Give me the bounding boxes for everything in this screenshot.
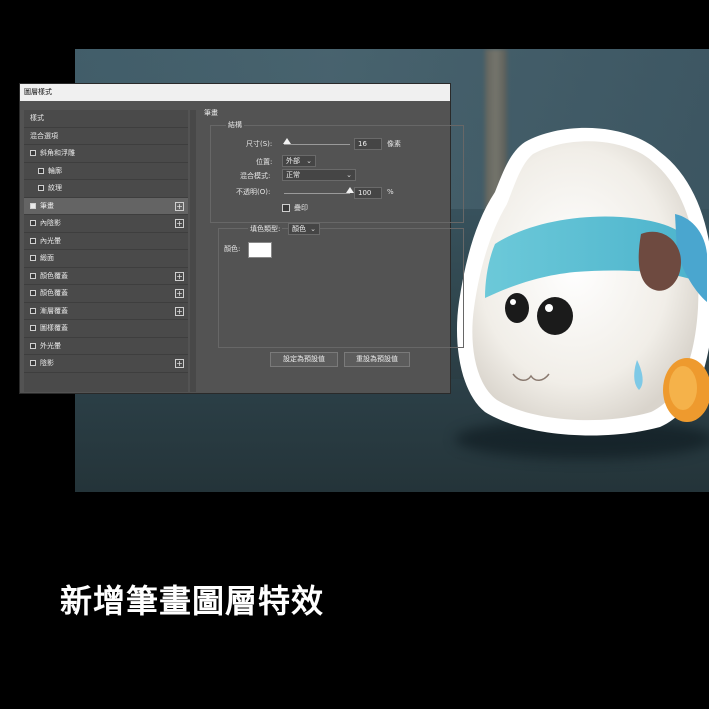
style-item[interactable]: 內光暈 bbox=[24, 233, 188, 250]
stroke-settings-panel: 筆畫 結構 尺寸(S): 16 像素 位置: 外部 ⌄ 混合模式: 正常 ⌄ 不… bbox=[202, 106, 464, 391]
blend-mode-label: 混合模式: bbox=[240, 172, 271, 180]
blend-mode-value: 正常 bbox=[286, 171, 300, 179]
style-item[interactable]: 陰影 + bbox=[24, 355, 188, 373]
style-item-label: 內陰影 bbox=[40, 219, 61, 227]
style-item-label: 外光暈 bbox=[40, 341, 61, 350]
dialog-titlebar: 圖層樣式 bbox=[20, 84, 450, 101]
styles-list: 樣式 混合選項 斜角和浮雕 輪廓 紋理 筆畫 + 內陰影 + 內光暈 緞面 顏色覆蓋 + 顏色覆蓋 + 漸層覆… bbox=[24, 110, 188, 392]
color-swatch[interactable] bbox=[248, 242, 272, 258]
add-icon[interactable]: + bbox=[175, 201, 184, 211]
checkbox[interactable] bbox=[30, 237, 36, 244]
style-item[interactable]: 外光暈 bbox=[24, 338, 188, 355]
set-default-button[interactable]: 設定為預設值 bbox=[270, 352, 338, 367]
fill-type-value: 顏色 bbox=[292, 225, 306, 233]
checkbox[interactable] bbox=[38, 167, 44, 174]
style-item-label: 顏色覆蓋 bbox=[40, 271, 68, 280]
checkbox-checked[interactable] bbox=[30, 202, 36, 209]
checkbox[interactable] bbox=[30, 150, 36, 156]
add-icon[interactable]: + bbox=[175, 289, 184, 298]
checkbox[interactable] bbox=[30, 325, 36, 331]
checkbox[interactable] bbox=[30, 272, 36, 279]
overprint-checkbox[interactable] bbox=[282, 204, 290, 212]
fill-type-dropdown[interactable]: 顏色 ⌄ bbox=[288, 223, 320, 235]
styles-scrollbar[interactable] bbox=[190, 110, 196, 392]
size-slider-thumb[interactable] bbox=[283, 138, 292, 144]
size-slider-track[interactable] bbox=[284, 144, 350, 145]
style-item[interactable]: 圖樣覆蓋 bbox=[24, 320, 188, 338]
style-item-label: 緞面 bbox=[40, 254, 54, 262]
position-value: 外部 bbox=[286, 157, 300, 165]
layer-style-dialog: 圖層樣式 樣式 混合選項 斜角和浮雕 輪廓 紋理 筆畫 + 內陰影 + 內光暈 緞面 顏色覆蓋 + 顏色覆… bbox=[19, 83, 464, 394]
style-item[interactable]: 內陰影 + bbox=[24, 215, 188, 233]
opacity-slider-thumb[interactable] bbox=[346, 187, 354, 193]
size-unit: 像素 bbox=[387, 140, 401, 148]
caption-title: 新增筆畫圖層特效 bbox=[60, 582, 325, 620]
style-item-label: 輪廓 bbox=[48, 166, 62, 175]
position-dropdown[interactable]: 外部 ⌄ bbox=[282, 155, 316, 167]
style-item-label: 紋理 bbox=[48, 184, 62, 192]
opacity-slider-track[interactable] bbox=[284, 193, 350, 194]
position-label: 位置: bbox=[256, 158, 273, 166]
style-item[interactable]: 樣式 bbox=[24, 110, 188, 128]
checkbox[interactable] bbox=[30, 342, 36, 349]
style-item-label: 內光暈 bbox=[40, 236, 61, 245]
style-item[interactable]: 顏色覆蓋 + bbox=[24, 285, 188, 303]
color-label: 顏色: bbox=[224, 245, 241, 253]
checkbox[interactable] bbox=[30, 220, 36, 226]
style-item-label: 陰影 bbox=[40, 359, 54, 367]
size-label: 尺寸(S): bbox=[246, 140, 273, 148]
fill-type-label: 填色類型: bbox=[248, 224, 283, 234]
add-icon[interactable]: + bbox=[175, 219, 184, 228]
style-item[interactable]: 顏色覆蓋 + bbox=[24, 268, 188, 285]
opacity-input[interactable]: 100 bbox=[354, 187, 382, 199]
style-item-label: 斜角和浮雕 bbox=[40, 149, 75, 157]
style-item-label: 顏色覆蓋 bbox=[40, 289, 68, 297]
add-icon[interactable]: + bbox=[175, 271, 184, 281]
style-item[interactable]: 混合選項 bbox=[24, 128, 188, 145]
style-item[interactable]: 斜角和浮雕 bbox=[24, 145, 188, 163]
structure-title: 結構 bbox=[226, 120, 244, 130]
chevron-down-icon: ⌄ bbox=[306, 157, 312, 165]
style-item-label: 圖樣覆蓋 bbox=[40, 324, 68, 332]
chevron-down-icon: ⌄ bbox=[346, 171, 352, 179]
chevron-down-icon: ⌄ bbox=[310, 225, 316, 233]
style-item[interactable]: 緞面 bbox=[24, 250, 188, 268]
add-icon[interactable]: + bbox=[175, 306, 184, 316]
style-item[interactable]: 筆畫 + bbox=[24, 197, 188, 215]
opacity-unit: % bbox=[387, 188, 394, 196]
style-item[interactable]: 漸層覆蓋 + bbox=[24, 303, 188, 320]
style-item-label: 筆畫 bbox=[40, 201, 54, 210]
checkbox[interactable] bbox=[30, 290, 36, 296]
add-icon[interactable]: + bbox=[175, 359, 184, 368]
opacity-label: 不透明(O): bbox=[236, 188, 271, 196]
style-item[interactable]: 輪廓 bbox=[24, 163, 188, 180]
checkbox[interactable] bbox=[30, 255, 36, 261]
checkbox[interactable] bbox=[38, 185, 44, 191]
checkbox[interactable] bbox=[30, 307, 36, 314]
style-item-label: 樣式 bbox=[30, 114, 44, 122]
style-item-label: 漸層覆蓋 bbox=[40, 306, 68, 315]
guinea-pig-mascot-image bbox=[457, 127, 709, 436]
stroke-section-title: 筆畫 bbox=[204, 109, 218, 117]
checkbox[interactable] bbox=[30, 360, 36, 366]
size-input[interactable]: 16 bbox=[354, 138, 382, 150]
reset-default-button[interactable]: 重設為預設值 bbox=[344, 352, 410, 367]
blend-mode-dropdown[interactable]: 正常 ⌄ bbox=[282, 169, 356, 181]
overprint-label: 疊印 bbox=[294, 204, 308, 212]
style-item-label: 混合選項 bbox=[30, 131, 58, 140]
style-item[interactable]: 紋理 bbox=[24, 180, 188, 198]
